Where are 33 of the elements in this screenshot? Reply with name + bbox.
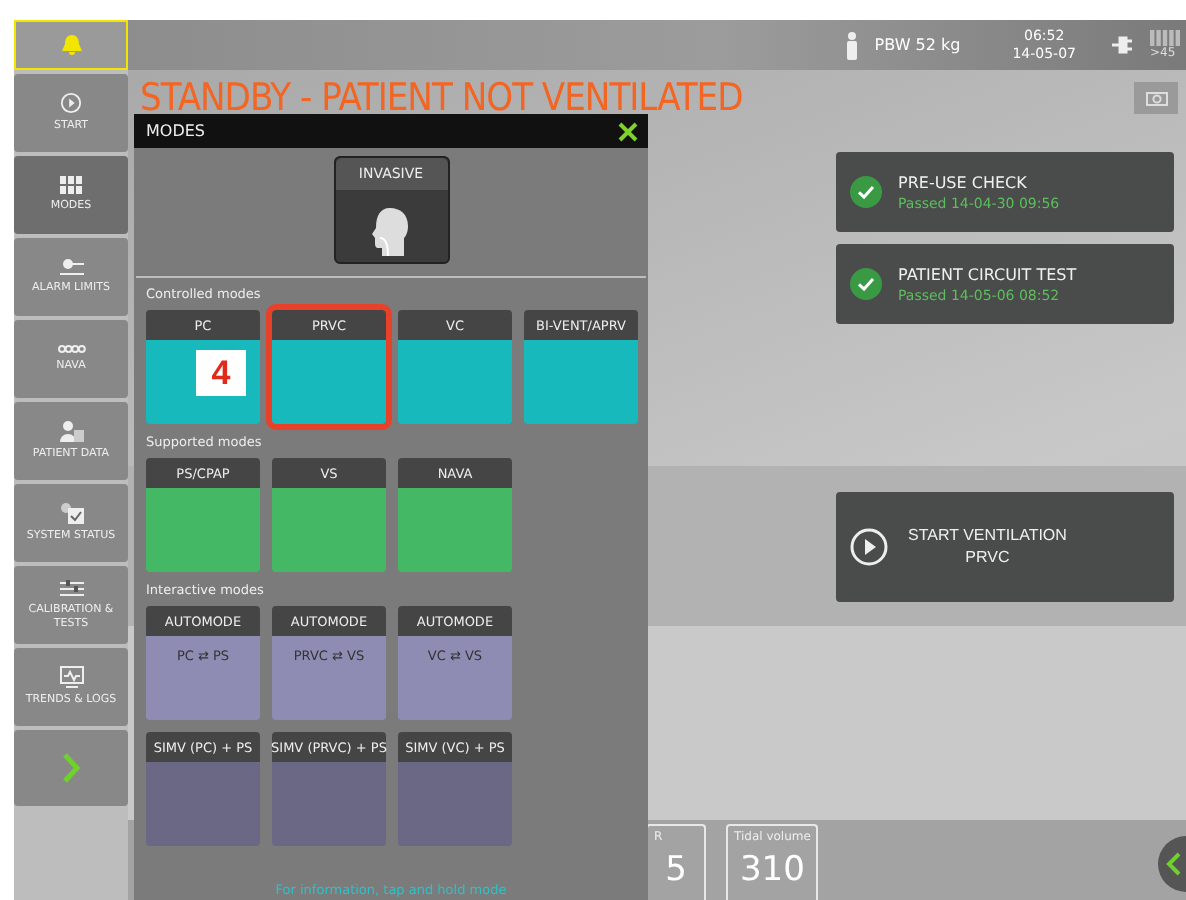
checkbox-icon [59, 502, 83, 524]
person-card-icon [59, 420, 83, 442]
camera-button[interactable] [1134, 82, 1178, 114]
grid-icon [59, 176, 83, 194]
close-button[interactable] [618, 121, 638, 141]
status-title: STANDBY - PATIENT NOT VENTILATED [140, 76, 743, 120]
dialog-title: MODES [146, 122, 205, 140]
sliders-icon [59, 579, 83, 597]
chain-icon [57, 344, 85, 354]
check-circle-icon [850, 268, 882, 300]
check-title: PATIENT CIRCUIT TEST [898, 265, 1077, 283]
start-ventilation-title: START VENTILATION [908, 526, 1067, 544]
chevron-left-icon [1166, 852, 1182, 876]
chevron-right-icon [62, 752, 80, 784]
play-icon [60, 92, 82, 114]
check-circle-icon [850, 176, 882, 208]
start-ventilation-button[interactable]: START VENTILATION PRVC [836, 491, 1174, 601]
play-icon [850, 527, 888, 565]
alarm-button[interactable] [14, 20, 128, 70]
alarm-limits-icon [57, 258, 85, 276]
monitor-icon [59, 666, 83, 688]
close-icon [618, 121, 638, 141]
battery-icon [1150, 30, 1182, 46]
step-number: 4 [196, 350, 246, 396]
next-button[interactable] [14, 730, 128, 806]
ventilation-mode: PRVC [963, 548, 1012, 566]
check-title: PRE-USE CHECK [898, 173, 1029, 191]
patient-weight: PBW 52 kg [874, 36, 961, 54]
camera-icon [1145, 90, 1167, 106]
bell-icon [59, 34, 83, 56]
person-icon [846, 31, 859, 59]
head-profile-icon [371, 206, 411, 258]
plug-icon [1112, 36, 1134, 54]
